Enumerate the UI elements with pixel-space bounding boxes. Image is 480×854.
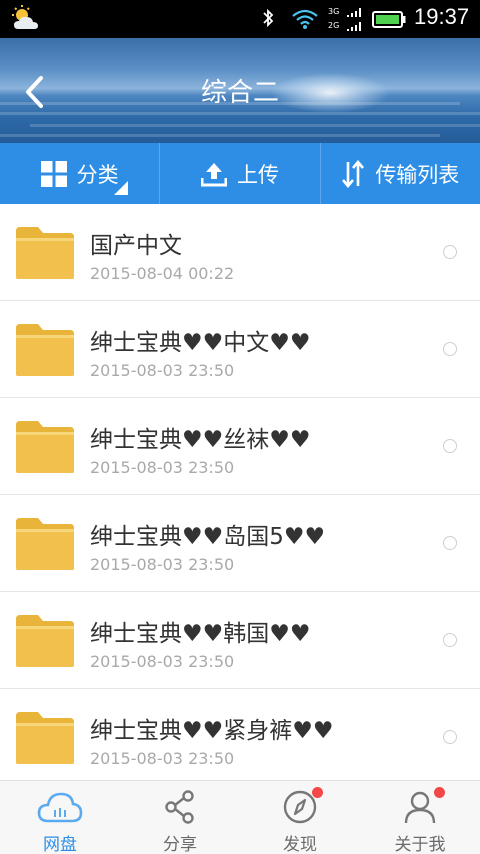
category-button[interactable]: 分类 (0, 143, 159, 204)
cloud-icon (37, 792, 83, 823)
file-name: 绅士宝典♥♥中文♥♥ (90, 330, 311, 356)
cellular-signal-icon: 3G 2G (326, 6, 366, 34)
grid-icon (40, 160, 67, 187)
weather-icon (12, 5, 38, 29)
file-list: 国产中文 2015-08-04 00:22 绅士宝典♥♥中文♥♥ 2015-08-03… (0, 204, 480, 780)
file-date: 2015-08-03 23:50 (90, 458, 235, 477)
about-me-badge (434, 787, 445, 798)
bluetooth-icon (263, 8, 274, 28)
file-date: 2015-08-04 00:22 (90, 264, 235, 283)
folder-icon (14, 225, 76, 281)
file-name: 国产中文 (90, 233, 182, 259)
select-radio[interactable] (443, 633, 457, 647)
file-row[interactable]: 国产中文 2015-08-04 00:22 (0, 204, 480, 301)
upload-label: 上传 (236, 162, 279, 187)
nav-label: 关于我 (394, 835, 446, 854)
file-row[interactable]: 绅士宝典♥♥岛国5♥♥ 2015-08-03 23:50 (0, 495, 480, 592)
dropdown-triangle-icon (114, 181, 128, 195)
nav-label: 网盘 (43, 835, 77, 854)
nav-item-discover[interactable]: 发现 (240, 781, 360, 854)
folder-icon (14, 613, 76, 669)
file-row[interactable]: 绅士宝典♥♥中文♥♥ 2015-08-03 23:50 (0, 301, 480, 398)
page-title: 综合二 (200, 78, 279, 108)
header-banner: 综合二 (0, 38, 480, 143)
file-date: 2015-08-03 23:50 (90, 361, 235, 380)
folder-icon (14, 419, 76, 475)
upload-icon (200, 162, 227, 186)
share-icon (165, 790, 194, 824)
select-radio[interactable] (443, 439, 457, 453)
file-name: 绅士宝典♥♥岛国5♥♥ (90, 524, 326, 550)
file-name: 绅士宝典♥♥韩国♥♥ (90, 621, 311, 647)
folder-icon (14, 710, 76, 766)
nav-label: 分享 (163, 835, 197, 854)
file-date: 2015-08-03 23:50 (90, 749, 235, 768)
file-name: 绅士宝典♥♥紧身裤♥♥ (90, 718, 334, 744)
transfer-arrows-icon (342, 159, 365, 188)
discover-badge (312, 787, 323, 798)
bottom-navigation: 网盘 分享 发现 关于我 (0, 780, 480, 854)
file-row[interactable]: 绅士宝典♥♥韩国♥♥ 2015-08-03 23:50 (0, 592, 480, 689)
file-name: 绅士宝典♥♥丝袜♥♥ (90, 427, 311, 453)
file-row[interactable]: 绅士宝典♥♥丝袜♥♥ 2015-08-03 23:50 (0, 398, 480, 495)
transfer-list-button[interactable]: 传输列表 (319, 143, 480, 204)
user-icon (404, 791, 436, 824)
select-radio[interactable] (443, 245, 457, 259)
file-date: 2015-08-03 23:50 (90, 555, 235, 574)
signal-2g-label: 2G (328, 21, 340, 30)
clock: 19:37 (414, 4, 470, 29)
category-label: 分类 (76, 162, 119, 187)
action-toolbar: 分类 上传 传输列表 (0, 143, 480, 204)
select-radio[interactable] (443, 730, 457, 744)
status-bar: 3G 2G 19:37 (0, 0, 480, 38)
signal-3g-label: 3G (328, 7, 340, 16)
select-radio[interactable] (443, 536, 457, 550)
nav-item-share[interactable]: 分享 (120, 781, 240, 854)
wifi-icon (292, 9, 318, 29)
upload-button[interactable]: 上传 (159, 143, 319, 204)
folder-icon (14, 516, 76, 572)
battery-icon (372, 11, 406, 28)
nav-label: 发现 (283, 835, 317, 854)
select-radio[interactable] (443, 342, 457, 356)
folder-icon (14, 322, 76, 378)
nav-item-netdisk[interactable]: 网盘 (0, 781, 120, 854)
file-row[interactable]: 绅士宝典♥♥紧身裤♥♥ 2015-08-03 23:50 (0, 689, 480, 780)
app-root: 3G 2G 19:37 综合二 分类 上传 传输列表 国产中文 2015-08-… (0, 0, 480, 854)
transfer-list-label: 传输列表 (375, 162, 460, 187)
nav-item-about-me[interactable]: 关于我 (360, 781, 480, 854)
file-date: 2015-08-03 23:50 (90, 652, 235, 671)
